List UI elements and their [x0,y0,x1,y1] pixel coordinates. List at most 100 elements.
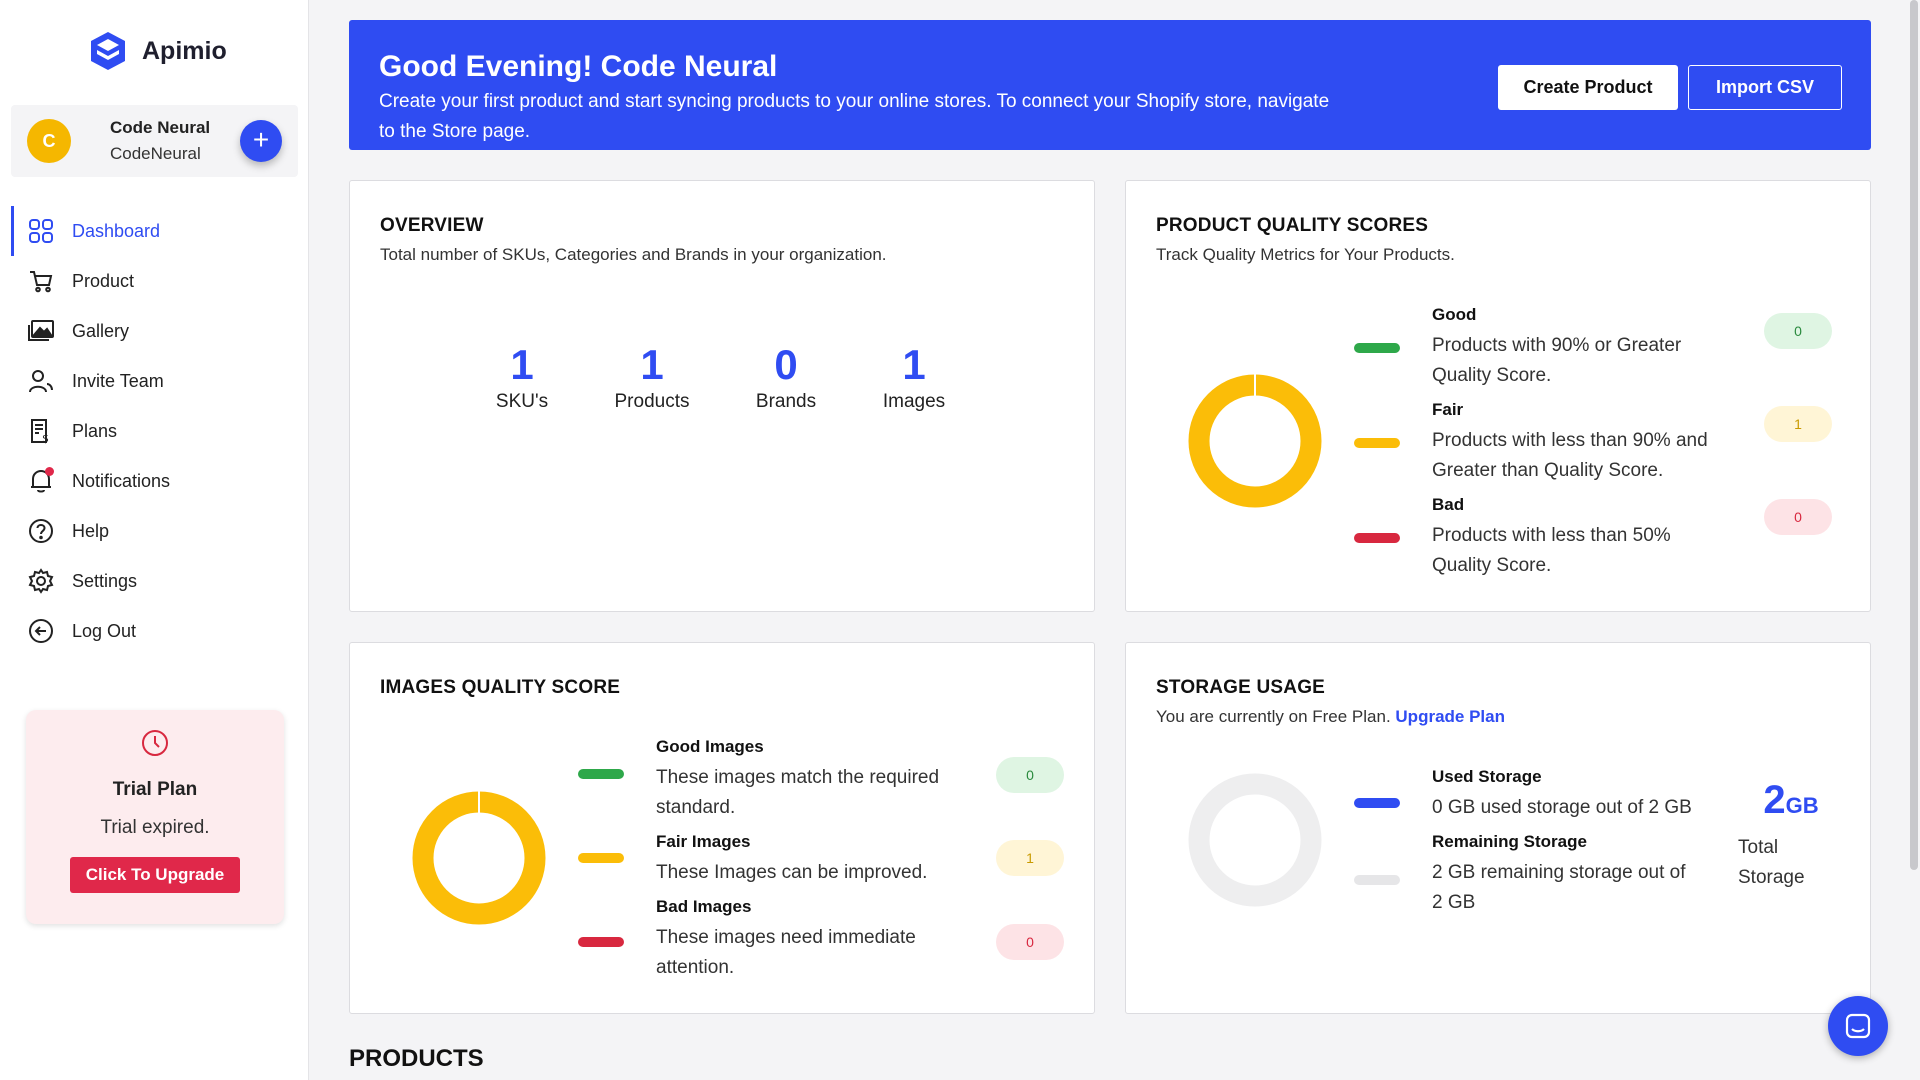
welcome-banner: Good Evening! Code Neural Create your fi… [349,20,1871,150]
stat-label: Images [882,391,946,412]
avatar: C [27,119,71,163]
greeting: Good Evening! Code Neural [379,50,778,83]
sidebar-item-plans[interactable]: $ Plans [0,406,309,456]
legend-description: Products with less than 90% and Greater t… [1432,430,1708,481]
sidebar-item-label: Settings [72,570,138,591]
remaining-storage-legend-swatch [1354,875,1400,885]
legend-description: Products with 90% or Greater Quality Scor… [1432,335,1682,386]
stat-label: Products [614,391,690,412]
trial-plan-card: Trial Plan Trial expired. Click To Upgra… [26,710,284,924]
sidebar-item-label: Dashboard [72,220,161,241]
clock-icon [142,730,168,756]
plans-icon: $ [26,416,56,446]
stat-images[interactable]: 1 Images [864,341,964,413]
legend-description: These images need immediate attention. [656,927,916,978]
fair-images-count-badge: 1 [996,840,1064,876]
total-storage-value: 2GB [1763,778,1819,822]
sidebar-item-label: Notifications [72,470,171,491]
app-name: Apimio [142,36,227,65]
legend-description: These images match the required standard. [656,767,940,818]
stat-skus[interactable]: 1 SKU's [472,341,572,413]
stat-value: 1 [902,341,926,388]
stat-value: 1 [640,341,664,388]
banner-message: Create your first product and start sync… [379,91,1330,142]
sidebar-item-label: Gallery [72,320,130,341]
sidebar-item-label: Product [72,270,135,291]
sidebar-item-invite-team[interactable]: Invite Team [0,356,309,406]
card-title: IMAGES QUALITY SCORE [380,677,621,698]
stat-value: 0 [774,341,798,388]
create-product-button[interactable]: Create Product [1498,65,1678,110]
legend-description: 0 GB used storage out of 2 GB [1432,797,1692,818]
gallery-icon [26,316,56,346]
sidebar-item-notifications[interactable]: Notifications [0,456,309,506]
overview-stats: 1 SKU's 1 Products 0 Brands 1 Images [472,341,964,413]
apimio-logo-icon [91,32,125,70]
sidebar-item-dashboard[interactable]: Dashboard [0,206,309,256]
legend-description: These Images can be improved. [656,862,928,883]
dashboard-icon [26,216,56,246]
stat-label: Brands [755,391,817,412]
add-organization-button[interactable]: + [240,120,282,162]
trial-title: Trial Plan [112,779,198,800]
product-quality-donut [1188,374,1322,508]
fair-count-badge: 1 [1764,406,1832,442]
upgrade-button[interactable]: Click To Upgrade [69,857,241,893]
sidebar-item-product[interactable]: Product [0,256,309,306]
trial-status: Trial expired. [100,817,210,838]
good-legend-swatch [1354,343,1400,353]
storage-donut [1188,773,1322,907]
stat-products[interactable]: 1 Products [602,341,702,413]
legend-title: Bad Images [656,897,752,916]
svg-text:$: $ [42,432,49,444]
card-title: OVERVIEW [380,215,484,236]
sidebar: Apimio C Code Neural CodeNeural + Dashbo… [0,0,309,1080]
stat-brands[interactable]: 0 Brands [736,341,836,413]
sidebar-item-label: Plans [72,420,118,441]
card-subtitle: Total number of SKUs, Categories and Bra… [380,245,887,264]
bad-count-badge: 0 [1764,499,1832,535]
invite-team-icon [26,366,56,396]
good-count-badge: 0 [1764,313,1832,349]
import-csv-button[interactable]: Import CSV [1688,65,1842,110]
card-subtitle: Track Quality Metrics for Your Products. [1156,245,1455,264]
logout-icon [26,616,56,646]
user-org: CodeNeural [110,144,201,163]
card-title: PRODUCT QUALITY SCORES [1156,215,1429,236]
sidebar-item-settings[interactable]: Settings [0,556,309,606]
legend-title: Fair [1432,400,1464,419]
sidebar-nav: Dashboard Product Gallery Invite Team $ … [0,206,309,656]
bell-icon [26,466,56,496]
overview-card: OVERVIEW Total number of SKUs, Categorie… [349,180,1095,612]
good-images-legend-swatch [578,769,624,779]
app-logo[interactable]: Apimio [88,30,227,72]
storage-usage-card: STORAGE USAGE You are currently on Free … [1125,642,1871,1014]
stat-label: SKU's [495,391,549,412]
notification-badge [45,467,54,476]
sidebar-item-help[interactable]: Help [0,506,309,556]
bad-images-legend-swatch [578,937,624,947]
cart-icon [26,266,56,296]
images-quality-donut [412,791,546,925]
user-card[interactable]: C Code Neural CodeNeural + [11,105,298,177]
images-quality-card: IMAGES QUALITY SCORE Good Images These i… [349,642,1095,1014]
upgrade-plan-link[interactable]: Upgrade Plan [1395,707,1505,726]
stat-value: 1 [510,341,534,388]
legend-title: Good [1432,305,1477,324]
help-icon [26,516,56,546]
legend-title: Bad [1432,495,1465,514]
page-scrollbar[interactable] [1910,0,1918,870]
gear-icon [26,566,56,596]
sidebar-item-label: Log Out [72,620,137,641]
good-images-count-badge: 0 [996,757,1064,793]
bad-legend-swatch [1354,533,1400,543]
fair-images-legend-swatch [578,853,624,863]
user-name: Code Neural [110,118,211,137]
sidebar-item-logout[interactable]: Log Out [0,606,309,656]
legend-description: 2 GB remaining storage out of 2 GB [1432,862,1686,913]
bad-images-count-badge: 0 [996,924,1064,960]
chat-support-button[interactable] [1828,996,1888,1056]
sidebar-item-gallery[interactable]: Gallery [0,306,309,356]
sidebar-item-label: Help [72,520,110,541]
sidebar-item-label: Invite Team [72,370,164,391]
